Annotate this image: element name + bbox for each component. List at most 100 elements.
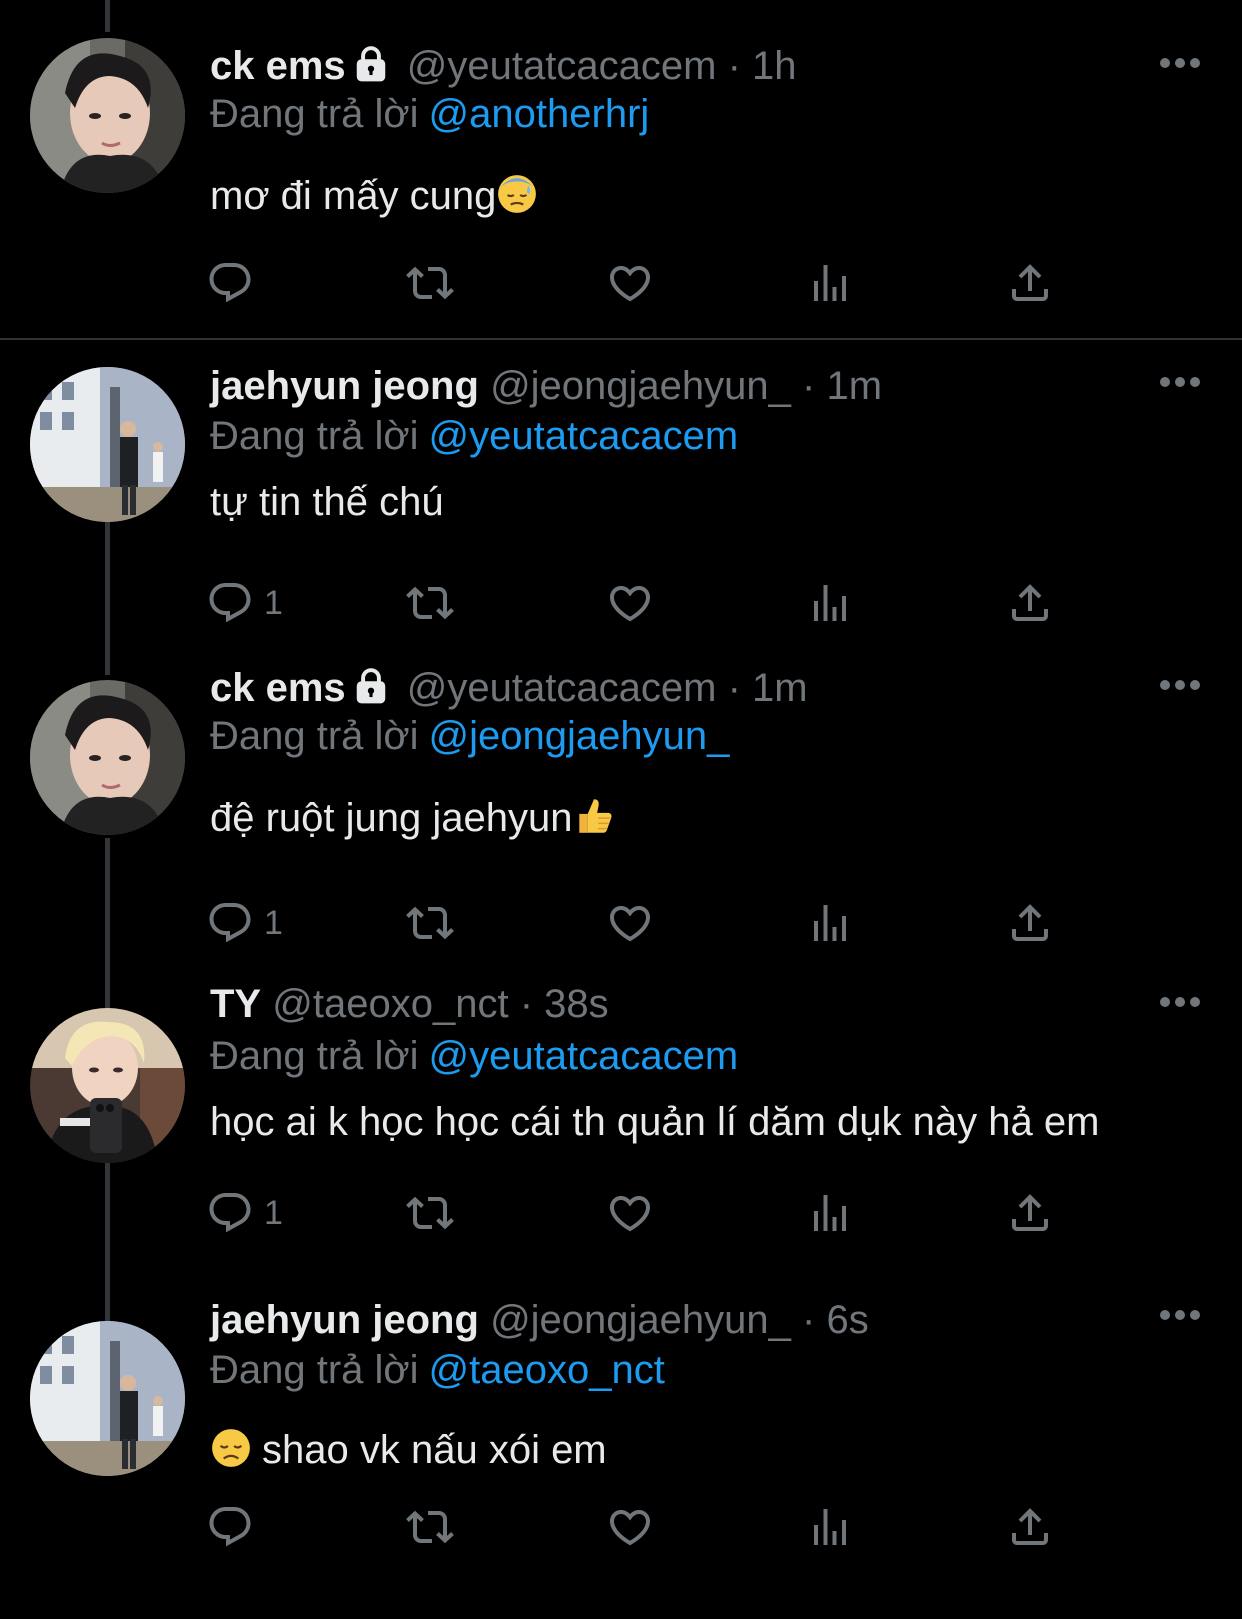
- reply-button[interactable]: 1: [206, 578, 283, 628]
- action-bar: [210, 1502, 1110, 1552]
- user-handle[interactable]: @taeoxo_nct: [272, 982, 508, 1026]
- avatar[interactable]: [30, 367, 185, 522]
- share-button[interactable]: [1006, 258, 1054, 308]
- avatar[interactable]: [30, 38, 185, 193]
- replying-to: Đang trả lời @jeongjaehyun_: [210, 712, 729, 760]
- avatar[interactable]: [30, 680, 185, 835]
- reply-count: 1: [264, 583, 283, 622]
- mention-link[interactable]: @jeongjaehyun_: [429, 714, 730, 758]
- action-bar: [210, 258, 1110, 308]
- reply-button[interactable]: [206, 1502, 264, 1552]
- share-icon: [1006, 259, 1054, 307]
- timestamp[interactable]: 38s: [544, 982, 609, 1026]
- retweet-button[interactable]: [406, 1502, 454, 1552]
- more-icon[interactable]: [1160, 680, 1200, 692]
- mention-link[interactable]: @taeoxo_nct: [429, 1348, 665, 1392]
- display-name[interactable]: jaehyun jeong: [210, 1298, 479, 1342]
- display-name[interactable]: ck ems: [210, 666, 346, 710]
- timestamp[interactable]: 1h: [752, 44, 797, 88]
- more-icon[interactable]: [1160, 58, 1200, 70]
- share-button[interactable]: [1006, 898, 1054, 948]
- like-button[interactable]: [606, 258, 654, 308]
- disappointed-face-emoji: [210, 1427, 252, 1480]
- reply-prefix: Đang trả lời: [210, 92, 419, 136]
- reply-count: 1: [264, 1193, 283, 1232]
- views-icon: [806, 579, 854, 627]
- heart-icon: [606, 1189, 654, 1237]
- user-handle[interactable]: @jeongjaehyun_: [490, 1298, 791, 1342]
- like-button[interactable]: [606, 1502, 654, 1552]
- mention-link[interactable]: @yeutatcacacem: [429, 1034, 739, 1078]
- separator-dot: ·: [802, 1298, 816, 1342]
- views-icon: [806, 899, 854, 947]
- share-button[interactable]: [1006, 1188, 1054, 1238]
- tweet[interactable]: jaehyun jeong @jeongjaehyun_ · 6s Đang t…: [0, 1298, 1242, 1619]
- avatar[interactable]: [30, 1321, 185, 1476]
- more-icon[interactable]: [1160, 377, 1200, 389]
- share-icon: [1006, 1189, 1054, 1237]
- lock-icon: [352, 45, 390, 94]
- tweet[interactable]: ck ems @yeutatcacacem · 1m Đang trả lời @…: [0, 660, 1242, 990]
- retweet-icon: [406, 259, 454, 307]
- separator-dot: ·: [727, 44, 741, 88]
- reply-prefix: Đang trả lời: [210, 414, 419, 458]
- share-button[interactable]: [1006, 1502, 1054, 1552]
- like-button[interactable]: [606, 1188, 654, 1238]
- tweet-header: TY @taeoxo_nct · 38s: [210, 980, 609, 1028]
- views-button[interactable]: [806, 258, 854, 308]
- like-button[interactable]: [606, 578, 654, 628]
- views-button[interactable]: [806, 898, 854, 948]
- share-button[interactable]: [1006, 578, 1054, 628]
- like-button[interactable]: [606, 898, 654, 948]
- action-bar: 1: [210, 1188, 1110, 1238]
- user-handle[interactable]: @yeutatcacacem: [407, 44, 717, 88]
- views-icon: [806, 259, 854, 307]
- mention-link[interactable]: @anotherhrj: [429, 92, 650, 136]
- reply-icon: [206, 1189, 254, 1237]
- tweet[interactable]: ck ems @yeutatcacacem · 1h Đang trả lời @…: [0, 0, 1242, 340]
- tweet[interactable]: jaehyun jeong @jeongjaehyun_ · 1m Đang t…: [0, 340, 1242, 660]
- reply-button[interactable]: [206, 258, 264, 308]
- views-button[interactable]: [806, 578, 854, 628]
- separator-dot: ·: [802, 364, 816, 408]
- more-icon[interactable]: [1160, 997, 1200, 1009]
- tweet-header: jaehyun jeong @jeongjaehyun_ · 1m: [210, 362, 882, 410]
- reply-icon: [206, 259, 254, 307]
- reply-icon: [206, 579, 254, 627]
- mention-link[interactable]: @yeutatcacacem: [429, 414, 739, 458]
- views-button[interactable]: [806, 1502, 854, 1552]
- share-icon: [1006, 899, 1054, 947]
- retweet-button[interactable]: [406, 578, 454, 628]
- retweet-icon: [406, 1503, 454, 1551]
- replying-to: Đang trả lời @anotherhrj: [210, 90, 649, 138]
- retweet-button[interactable]: [406, 258, 454, 308]
- timestamp[interactable]: 6s: [826, 1298, 868, 1342]
- avatar[interactable]: [30, 1008, 185, 1163]
- reply-button[interactable]: 1: [206, 1188, 283, 1238]
- heart-icon: [606, 579, 654, 627]
- tweet-text: mơ đi mấy cung: [210, 172, 538, 226]
- reply-button[interactable]: 1: [206, 898, 283, 948]
- reply-count: 1: [264, 903, 283, 942]
- timestamp[interactable]: 1m: [826, 364, 882, 408]
- tweet-text-content: shao vk nấu xói em: [262, 1428, 607, 1472]
- display-name[interactable]: TY: [210, 982, 261, 1026]
- retweet-icon: [406, 1189, 454, 1237]
- retweet-button[interactable]: [406, 1188, 454, 1238]
- retweet-button[interactable]: [406, 898, 454, 948]
- user-handle[interactable]: @yeutatcacacem: [407, 666, 717, 710]
- display-name[interactable]: ck ems: [210, 44, 346, 88]
- display-name[interactable]: jaehyun jeong: [210, 364, 479, 408]
- more-icon[interactable]: [1160, 1310, 1200, 1322]
- reply-prefix: Đang trả lời: [210, 1348, 419, 1392]
- lock-icon: [352, 667, 390, 716]
- timestamp[interactable]: 1m: [752, 666, 808, 710]
- views-button[interactable]: [806, 1188, 854, 1238]
- tweet-text: shao vk nấu xói em: [210, 1426, 607, 1480]
- tweet-header: jaehyun jeong @jeongjaehyun_ · 6s: [210, 1296, 869, 1344]
- retweet-icon: [406, 579, 454, 627]
- tweet[interactable]: TY @taeoxo_nct · 38s Đang trả lời @yeutat…: [0, 982, 1242, 1310]
- user-handle[interactable]: @jeongjaehyun_: [490, 364, 791, 408]
- share-icon: [1006, 579, 1054, 627]
- reply-prefix: Đang trả lời: [210, 1034, 419, 1078]
